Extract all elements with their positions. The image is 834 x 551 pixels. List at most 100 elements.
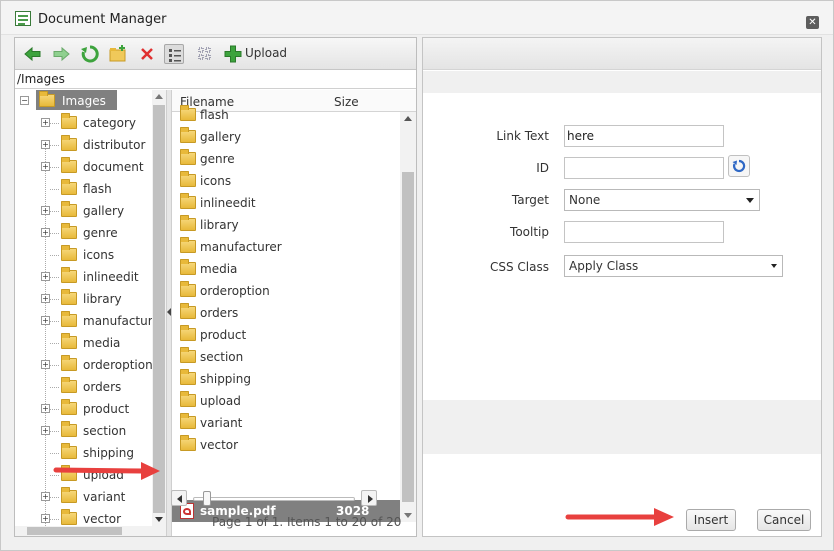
expand-icon[interactable]: +: [41, 272, 50, 281]
expand-icon[interactable]: +: [41, 294, 50, 303]
folder-icon: [61, 487, 77, 503]
tree-item[interactable]: + gallery: [15, 200, 166, 222]
thumbnail-view-icon[interactable]: [195, 44, 215, 64]
tree-item[interactable]: + distributor: [15, 134, 166, 156]
folder-icon: [180, 193, 196, 209]
pager-slider-handle[interactable]: [203, 491, 211, 506]
expand-icon[interactable]: +: [41, 228, 50, 237]
upload-plus-icon[interactable]: [223, 44, 243, 64]
tree-item[interactable]: media: [15, 332, 166, 354]
file-row-name: orderoption: [200, 284, 270, 298]
folder-icon: [180, 149, 196, 165]
file-row-name: gallery: [200, 130, 242, 144]
insert-button[interactable]: Insert: [686, 509, 736, 531]
file-row[interactable]: vector: [172, 434, 400, 456]
file-row[interactable]: media: [172, 258, 400, 280]
upload-button[interactable]: Upload: [245, 46, 287, 60]
file-row-name: inlineedit: [200, 196, 256, 210]
tree-item[interactable]: + inlineedit: [15, 266, 166, 288]
tree-item[interactable]: + variant: [15, 486, 166, 508]
close-icon[interactable]: ✕: [806, 16, 819, 29]
delete-icon[interactable]: [137, 44, 157, 64]
file-row[interactable]: variant: [172, 412, 400, 434]
expand-icon[interactable]: +: [41, 360, 50, 369]
cancel-button[interactable]: Cancel: [757, 509, 811, 531]
pager-prev-button[interactable]: [171, 490, 187, 506]
folder-icon: [61, 245, 77, 261]
file-row-name: orders: [200, 306, 239, 320]
tree-item[interactable]: flash: [15, 178, 166, 200]
tree-item[interactable]: + genre: [15, 222, 166, 244]
expand-icon[interactable]: +: [41, 404, 50, 413]
folder-icon: [61, 443, 77, 459]
tree-item[interactable]: + document: [15, 156, 166, 178]
tree-horizontal-scrollbar[interactable]: [15, 526, 166, 536]
refresh-icon[interactable]: [80, 44, 100, 64]
file-row[interactable]: product: [172, 324, 400, 346]
tree-item-label: flash: [83, 182, 112, 196]
tree-item[interactable]: + product: [15, 398, 166, 420]
folder-icon: [61, 311, 77, 327]
folder-icon: [61, 399, 77, 415]
file-list-scrollbar[interactable]: [400, 112, 416, 522]
link-text-input[interactable]: [564, 125, 724, 147]
expand-icon[interactable]: +: [41, 140, 50, 149]
pager-next-button[interactable]: [361, 490, 377, 506]
file-row[interactable]: inlineedit: [172, 192, 400, 214]
back-arrow-icon[interactable]: [23, 44, 43, 64]
expand-icon[interactable]: +: [41, 426, 50, 435]
expand-icon[interactable]: +: [41, 162, 50, 171]
file-row-name: library: [200, 218, 239, 232]
expand-icon[interactable]: +: [41, 514, 50, 523]
file-row[interactable]: library: [172, 214, 400, 236]
file-row[interactable]: upload: [172, 390, 400, 412]
expand-icon[interactable]: +: [41, 492, 50, 501]
file-row-name: variant: [200, 416, 243, 430]
current-path: /Images: [15, 71, 416, 89]
file-row[interactable]: section: [172, 346, 400, 368]
link-text-label: Link Text: [496, 129, 549, 143]
window-title: Document Manager: [38, 12, 167, 27]
new-folder-icon[interactable]: [108, 44, 128, 64]
file-row[interactable]: manufacturer: [172, 236, 400, 258]
file-row[interactable]: genre: [172, 148, 400, 170]
refresh-icon: [732, 159, 746, 173]
tree-item[interactable]: + vector: [15, 508, 166, 526]
file-row[interactable]: shipping: [172, 368, 400, 390]
target-select[interactable]: None: [564, 189, 760, 211]
file-row[interactable]: flash: [172, 104, 400, 126]
file-row-name: section: [200, 350, 244, 364]
folder-icon: [180, 105, 196, 121]
tree-item[interactable]: + library: [15, 288, 166, 310]
folder-icon: [61, 113, 77, 129]
generate-id-button[interactable]: [728, 155, 750, 177]
folder-icon: [61, 421, 77, 437]
tree-root-images[interactable]: − Images: [15, 90, 166, 112]
tree-item-label: inlineedit: [83, 270, 139, 284]
file-row[interactable]: orderoption: [172, 280, 400, 302]
file-row-name: media: [200, 262, 238, 276]
tooltip-input[interactable]: [564, 221, 724, 243]
expand-icon[interactable]: +: [41, 316, 50, 325]
list-view-icon[interactable]: [164, 44, 184, 64]
expand-icon[interactable]: +: [41, 206, 50, 215]
tree-item[interactable]: + orderoption: [15, 354, 166, 376]
title-bar: Document Manager ✕: [1, 1, 833, 35]
file-row[interactable]: icons: [172, 170, 400, 192]
forward-arrow-icon[interactable]: [51, 44, 71, 64]
file-row[interactable]: gallery: [172, 126, 400, 148]
tree-item[interactable]: icons: [15, 244, 166, 266]
id-input[interactable]: [564, 157, 724, 179]
tree-item[interactable]: + section: [15, 420, 166, 442]
file-list: Filename Size flash gallery genre icons inli…: [172, 90, 416, 536]
collapse-icon[interactable]: −: [20, 96, 29, 105]
file-row[interactable]: orders: [172, 302, 400, 324]
css-class-select[interactable]: Apply Class: [564, 255, 783, 277]
expand-icon[interactable]: +: [41, 118, 50, 127]
tree-item[interactable]: + category: [15, 112, 166, 134]
file-row-name: shipping: [200, 372, 251, 386]
tree-item[interactable]: orders: [15, 376, 166, 398]
tree-item[interactable]: + manufacturer: [15, 310, 166, 332]
pager-track[interactable]: [193, 497, 355, 501]
folder-icon: [39, 91, 55, 107]
